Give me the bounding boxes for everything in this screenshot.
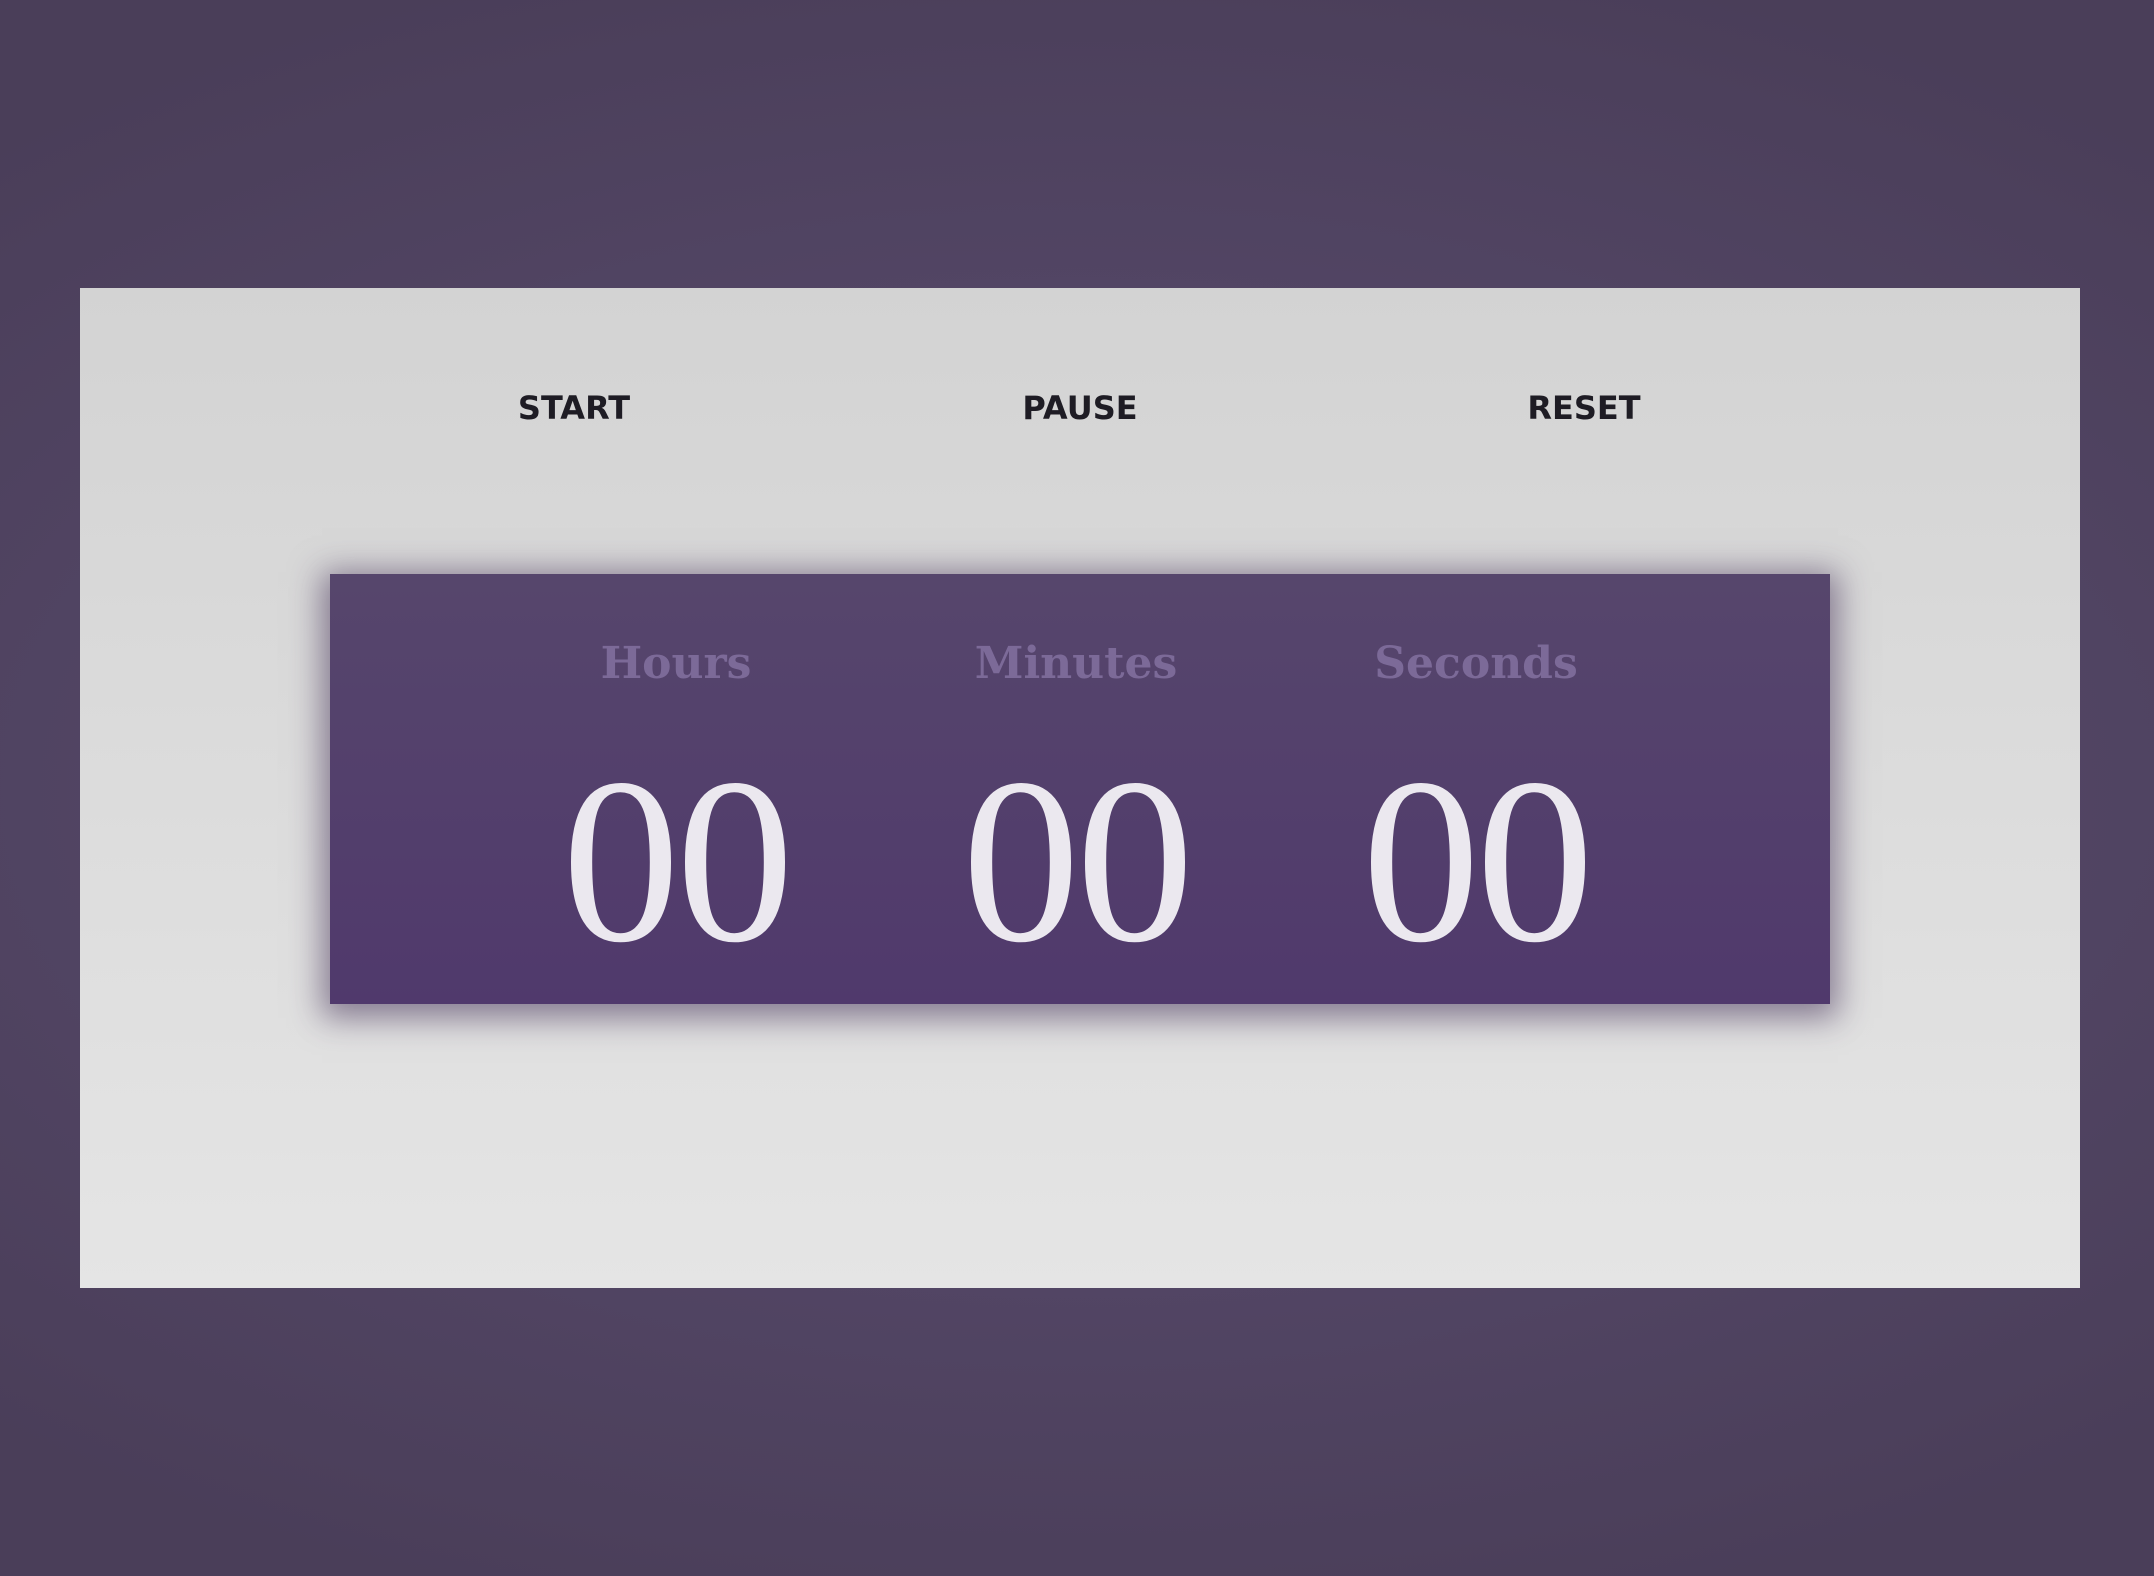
stopwatch-card: START PAUSE RESET Hours 00 Minutes 00 Se… [80,288,2080,1288]
minutes-unit: Minutes 00 [876,574,1276,1004]
pause-button[interactable]: PAUSE [950,378,1210,438]
start-button[interactable]: START [444,378,704,438]
seconds-value: 00 [1362,731,1594,992]
hours-unit: Hours 00 [476,574,876,1004]
seconds-unit: Seconds 00 [1276,574,1676,1004]
seconds-label: Seconds [1374,638,1578,689]
controls-bar: START PAUSE RESET [80,288,2080,528]
hours-value: 00 [562,731,794,992]
timer-display: Hours 00 Minutes 00 Seconds 00 [330,574,1830,1004]
reset-button[interactable]: RESET [1454,378,1714,438]
hours-label: Hours [600,638,752,689]
minutes-value: 00 [962,731,1194,992]
minutes-label: Minutes [974,638,1178,689]
